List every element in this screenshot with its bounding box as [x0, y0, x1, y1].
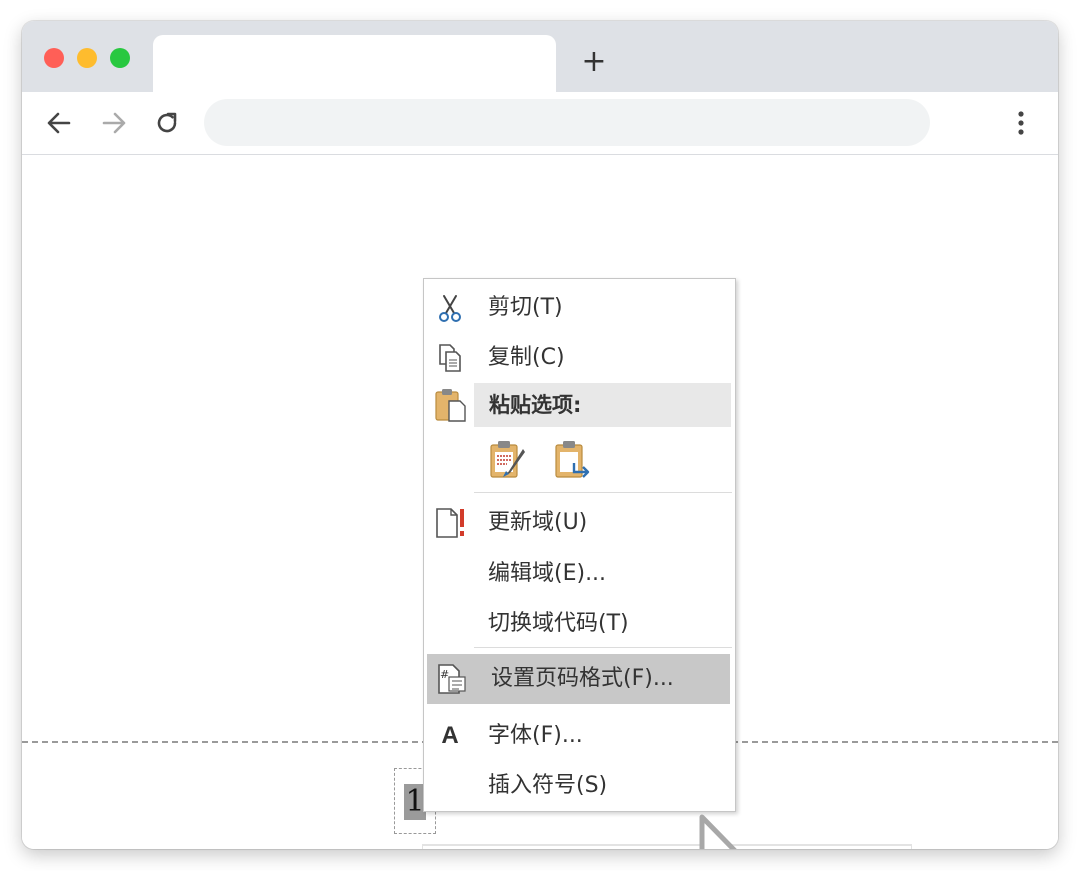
mouse-cursor-icon	[699, 814, 737, 849]
browser-toolbar	[22, 92, 1058, 155]
forward-arrow-icon	[102, 112, 126, 134]
menu-item-label: 更新域(U)	[488, 510, 588, 535]
browser-menu-button[interactable]	[1010, 108, 1032, 138]
new-tab-button[interactable]: +	[579, 47, 609, 77]
menu-item-label: 插入符号(S)	[488, 773, 608, 798]
minimize-window-button[interactable]	[77, 48, 97, 68]
menu-item-font[interactable]: A 字体(F)...	[424, 716, 735, 756]
menu-separator	[474, 492, 732, 493]
menu-item-cut[interactable]: 剪切(T)	[424, 288, 735, 328]
context-menu: 剪切(T) 复制(C) 粘贴选项: 更新域(U) 编辑域(E)... 切换域代码…	[423, 278, 736, 812]
merge-formatting-icon[interactable]	[552, 439, 594, 481]
browser-window: + 1 剪切(T) 复制(C) 粘贴选项: 更新域(U) 编辑域(E)... 切…	[22, 21, 1058, 849]
more-vert-icon	[1018, 111, 1024, 135]
menu-item-label: 切换域代码(T)	[488, 611, 629, 636]
reload-icon	[157, 112, 177, 133]
forward-button[interactable]	[99, 108, 129, 138]
back-button[interactable]	[44, 108, 74, 138]
scissors-icon	[439, 295, 461, 322]
paste-options-header: 粘贴选项:	[474, 383, 731, 427]
update-field-icon	[436, 508, 464, 538]
svg-text:#: #	[440, 668, 449, 681]
footer-panel-edge	[422, 844, 912, 849]
menu-item-format-page-numbers[interactable]: # 设置页码格式(F)...	[427, 654, 730, 704]
menu-item-label: 编辑域(E)...	[488, 561, 607, 586]
close-window-button[interactable]	[44, 48, 64, 68]
menu-item-update-field[interactable]: 更新域(U)	[424, 503, 735, 543]
menu-item-label: 复制(C)	[488, 345, 565, 370]
menu-item-label: 字体(F)...	[488, 723, 583, 748]
menu-separator	[474, 647, 732, 648]
reload-button[interactable]	[152, 108, 182, 138]
menu-item-label: 设置页码格式(F)...	[491, 666, 674, 691]
address-bar[interactable]	[204, 99, 930, 146]
back-arrow-icon	[47, 112, 71, 134]
paste-icon	[435, 389, 466, 422]
copy-icon	[439, 344, 461, 372]
menu-item-toggle-field-codes[interactable]: 切换域代码(T)	[424, 604, 735, 644]
paste-options-label: 粘贴选项:	[489, 393, 582, 417]
maximize-window-button[interactable]	[110, 48, 130, 68]
font-icon: A	[441, 722, 459, 749]
menu-item-label: 剪切(T)	[488, 295, 563, 320]
page-number-format-icon: #	[438, 664, 466, 694]
menu-item-insert-symbol[interactable]: 插入符号(S)	[424, 766, 735, 806]
keep-source-formatting-icon[interactable]	[487, 439, 529, 481]
menu-item-edit-field[interactable]: 编辑域(E)...	[424, 554, 735, 594]
document-page: 1 剪切(T) 复制(C) 粘贴选项: 更新域(U) 编辑域(E)... 切换域…	[22, 155, 1058, 849]
active-tab[interactable]	[153, 35, 556, 93]
tab-strip: +	[22, 21, 1058, 93]
menu-item-copy[interactable]: 复制(C)	[424, 338, 735, 378]
